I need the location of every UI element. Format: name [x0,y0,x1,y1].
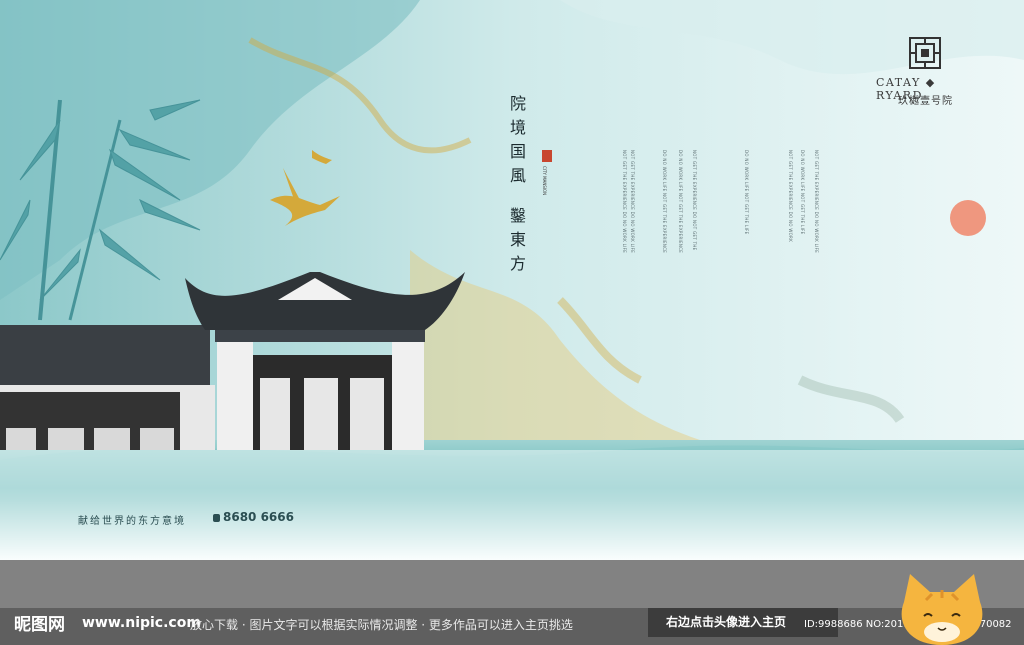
cat-avatar-icon[interactable] [896,572,988,645]
headline-char: 鑿 [509,206,526,225]
marble-background [0,0,1024,560]
english-column: NOT GET THE EXPERIENCE DO NO WORK [788,150,793,243]
headline-char: 方 [509,254,526,273]
nipic-logo[interactable]: 昵图网 [14,610,65,635]
brand-name-cn: 玖樾壹号院 [898,96,953,107]
english-column: DO NO WORK LIFE NOT GET THE EXPERIENCE [662,150,667,254]
english-column: NOT GET THE EXPERIENCE DO NOT GET THE [692,150,697,251]
english-column: NOT GET THE EXPERIENCE DO NO WORK LIFE [814,150,819,254]
sun [950,200,986,236]
english-column: DO NO WORK LIFE NOT GET THE EXPERIENCE [678,150,683,254]
headline-char: 境 [509,118,526,137]
english-column: DO NO WORK LIFE NOT GET THE LIFE [744,150,749,235]
download-notice: 放心下载 · 图片文字可以根据实际情况调整 · 更多作品可以进入主页挑选 [190,618,573,632]
seal-text: CITY MANSION [542,166,547,196]
english-column: NOT GET THE EXPERIENCE DO NO WORK LIFE [622,150,627,254]
brand-logo-icon [909,37,941,69]
english-column: NOT GET THE EXPERIENCE DO NO WORK LIFE [630,150,635,254]
headline-char: 東 [509,230,526,249]
slogan: 献给世界的东方意境 [78,516,186,527]
headline-char: 風 [509,166,526,185]
red-seal [542,150,552,162]
phone-icon [213,514,220,522]
english-column: DO NO WORK LIFE NOT GET THE LIFE [800,150,805,235]
phone-text: 8680 6666 [223,510,294,524]
phone-number: 8680 6666 [213,510,294,524]
headline-char: 院 [509,94,526,113]
headline-char: 国 [509,142,526,161]
poster: 院 境 国 風 鑿 東 方 CITY MANSION NOT GET THE E… [0,0,1024,560]
nipic-site-link[interactable]: www.nipic.com [82,615,201,631]
headline-vertical: 院 境 国 風 鑿 東 方 [506,92,530,276]
